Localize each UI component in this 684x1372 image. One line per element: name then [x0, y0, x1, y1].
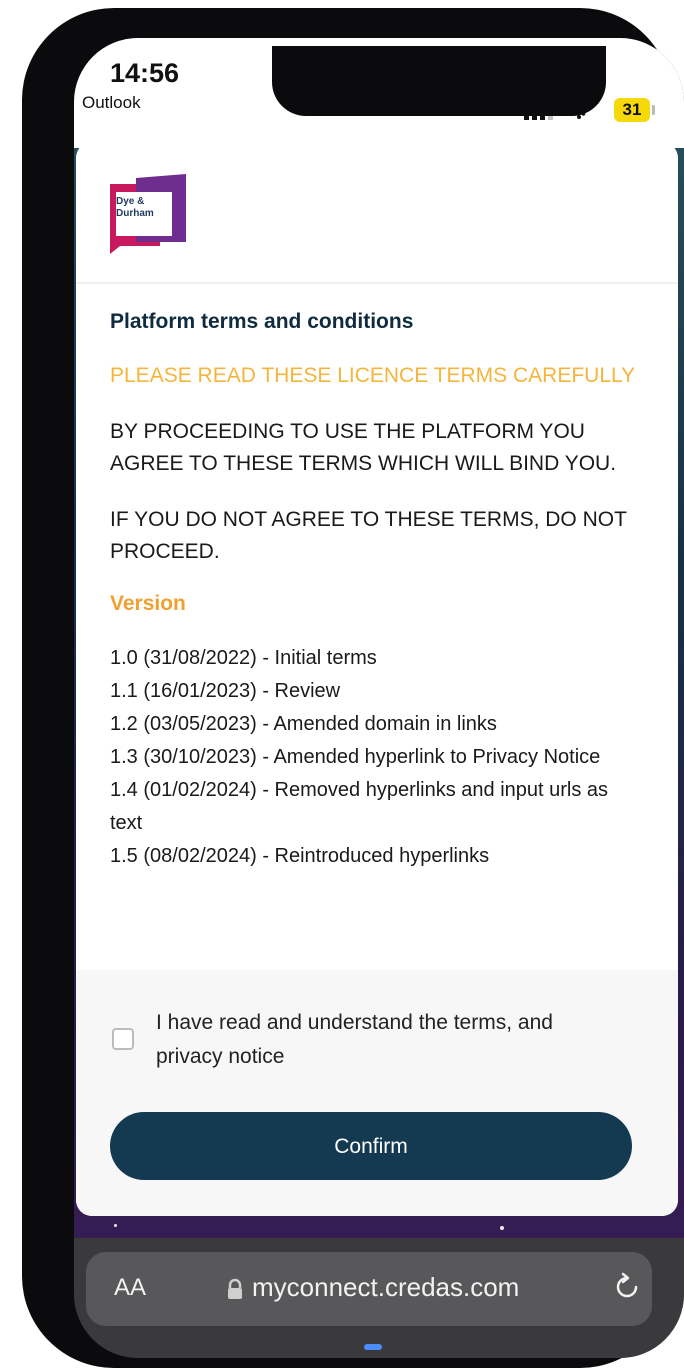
agreement-footer: I have read and understand the terms, an…	[76, 970, 678, 1216]
logo-text: Dye & Durham	[116, 196, 154, 220]
agree-checkbox[interactable]	[112, 1028, 134, 1050]
camera-notch	[272, 46, 606, 116]
browser-toolbar: AA myconnect.credas.com	[74, 1238, 684, 1358]
terms-title: Platform terms and conditions	[110, 310, 414, 333]
version-item: 1.0 (31/08/2022) - Initial terms	[110, 647, 377, 669]
background-sparkle	[500, 1226, 504, 1230]
version-list: 1.0 (31/08/2022) - Initial terms 1.1 (16…	[110, 642, 640, 873]
version-item: 1.4 (01/02/2024) - Removed hyperlinks an…	[110, 779, 609, 834]
url-bar[interactable]: AA myconnect.credas.com	[86, 1252, 652, 1326]
text-size-button[interactable]: AA	[114, 1274, 146, 1302]
agree-label[interactable]: I have read and understand the terms, an…	[156, 1006, 616, 1074]
terms-card: Dye & Durham Platform terms and conditio…	[76, 142, 678, 1216]
battery-icon: 31	[614, 98, 650, 122]
phone-frame: 14:56 Outlook 31 Dye & Durham Platform t…	[22, 8, 684, 1368]
battery-nub	[652, 105, 655, 115]
version-item: 1.3 (30/10/2023) - Amended hyperlink to …	[110, 746, 601, 768]
dye-durham-logo: Dye & Durham	[106, 174, 190, 254]
home-indicator	[364, 1344, 382, 1350]
lock-icon	[228, 1278, 242, 1299]
screen: 14:56 Outlook 31 Dye & Durham Platform t…	[74, 38, 684, 1358]
logo-line2: Durham	[116, 208, 154, 219]
bind-paragraph: BY PROCEEDING TO USE THE PLATFORM YOU AG…	[110, 420, 617, 475]
terms-content[interactable]: Platform terms and conditions PLEASE REA…	[110, 308, 640, 970]
status-time: 14:56	[110, 58, 180, 88]
version-item: 1.5 (08/02/2024) - Reintroduced hyperlin…	[110, 845, 490, 867]
url-text[interactable]: myconnect.credas.com	[252, 1272, 519, 1303]
disagree-paragraph: IF YOU DO NOT AGREE TO THESE TERMS, DO N…	[110, 508, 627, 563]
version-item: 1.1 (16/01/2023) - Review	[110, 680, 341, 702]
version-heading: Version	[110, 592, 186, 615]
back-to-app-link[interactable]: Outlook	[82, 93, 141, 113]
logo-line1: Dye &	[116, 196, 145, 207]
reload-icon[interactable]	[610, 1270, 644, 1304]
card-header: Dye & Durham	[76, 142, 678, 284]
background-sparkle	[114, 1224, 117, 1227]
version-item: 1.2 (03/05/2023) - Amended domain in lin…	[110, 713, 497, 735]
warning-text: PLEASE READ THESE LICENCE TERMS CAREFULL…	[110, 364, 636, 387]
confirm-button[interactable]: Confirm	[110, 1112, 632, 1180]
